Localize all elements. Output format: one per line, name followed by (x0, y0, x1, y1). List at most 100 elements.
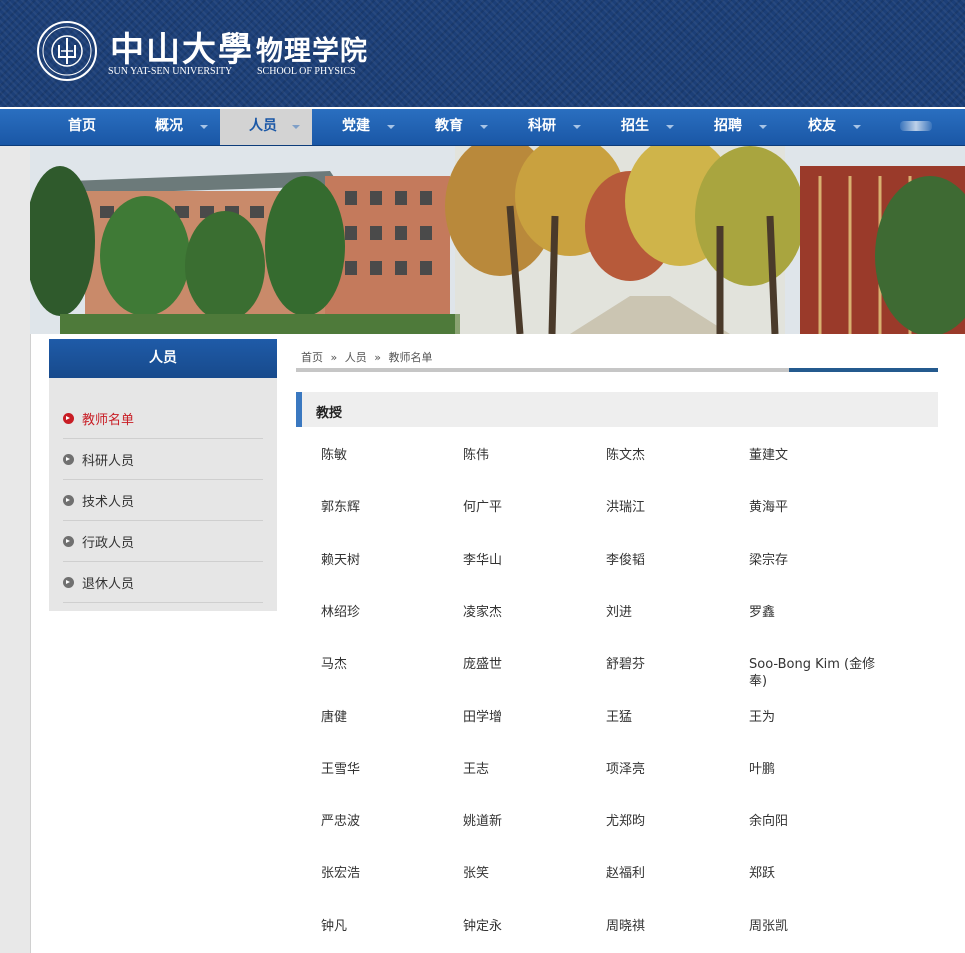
faculty-name-link[interactable]: 凌家杰 (463, 604, 593, 621)
faculty-name-link[interactable]: 林绍珍 (321, 604, 451, 621)
campus-banner-illustration (30, 146, 965, 334)
faculty-name-link[interactable]: 项泽亮 (606, 761, 736, 778)
sidebar-item-label: 行政人员 (82, 536, 135, 551)
breadcrumb-current: 教师名单 (388, 351, 433, 364)
arrow-bullet-icon (63, 577, 74, 588)
university-seal-logo[interactable] (37, 21, 97, 81)
site-header: 中山大學 物理学院 SUN YAT-SEN UNIVERSITY SCHOOL … (0, 0, 965, 109)
faculty-name-link[interactable]: 梁宗存 (749, 552, 879, 569)
faculty-name-link[interactable]: 余向阳 (749, 813, 879, 830)
faculty-name-link[interactable]: 郑跃 (749, 865, 879, 882)
breadcrumb-separator: » (330, 351, 338, 364)
faculty-name-link[interactable]: 何广平 (463, 499, 593, 516)
faculty-name-link[interactable]: 李俊韬 (606, 552, 736, 569)
faculty-name-link[interactable]: 王雪华 (321, 761, 451, 778)
faculty-name-link[interactable]: 叶鹏 (749, 761, 879, 778)
faculty-name-link[interactable]: 周张凯 (749, 918, 879, 935)
section-title: 教授 (316, 406, 343, 421)
breadcrumb-people-link[interactable]: 人员 (345, 351, 367, 364)
faculty-name-link[interactable]: 刘进 (606, 604, 736, 621)
sidebar-menu: 教师名单 科研人员 技术人员 行政人员 退休人员 (49, 378, 277, 611)
faculty-name-link[interactable]: 李华山 (463, 552, 593, 569)
sidebar-item-retired-staff[interactable]: 退休人员 (63, 562, 263, 603)
university-name-en: SUN YAT-SEN UNIVERSITY (108, 66, 233, 77)
chevron-down-icon (480, 125, 488, 129)
nav-label: 招生 (621, 118, 649, 134)
faculty-name-link[interactable]: 田学增 (463, 709, 593, 726)
faculty-name-link[interactable]: Soo-Bong Kim (金修奉) (749, 656, 879, 690)
faculty-name-link[interactable]: 王志 (463, 761, 593, 778)
arrow-bullet-icon (63, 413, 74, 424)
arrow-bullet-icon (63, 454, 74, 465)
faculty-name-link[interactable]: 姚道新 (463, 813, 593, 830)
faculty-name-link[interactable]: 王为 (749, 709, 879, 726)
nav-item-people[interactable]: 人员 (220, 109, 312, 145)
chevron-down-icon (292, 125, 300, 129)
arrow-bullet-icon (63, 536, 74, 547)
nav-item-recruitment[interactable]: 招聘 (689, 109, 774, 145)
arrow-bullet-icon (63, 495, 74, 506)
sidebar-item-admin-staff[interactable]: 行政人员 (63, 521, 263, 562)
faculty-name-link[interactable]: 钟凡 (321, 918, 451, 935)
faculty-name-link[interactable]: 罗鑫 (749, 604, 879, 621)
faculty-name-link[interactable]: 赖天树 (321, 552, 451, 569)
faculty-name-link[interactable]: 唐健 (321, 709, 451, 726)
faculty-name-link[interactable]: 王猛 (606, 709, 736, 726)
faculty-name-link[interactable]: 钟定永 (463, 918, 593, 935)
faculty-name-link[interactable]: 黄海平 (749, 499, 879, 516)
nav-item-research[interactable]: 科研 (503, 109, 588, 145)
breadcrumb-divider-accent (789, 368, 938, 372)
faculty-name-link[interactable]: 尤郑昀 (606, 813, 736, 830)
sidebar-item-technical-staff[interactable]: 技术人员 (63, 480, 263, 521)
nav-item-admissions[interactable]: 招生 (596, 109, 681, 145)
nav-item-alumni[interactable]: 校友 (782, 109, 867, 145)
sidebar-item-label: 技术人员 (82, 495, 135, 510)
chevron-down-icon (387, 125, 395, 129)
chevron-down-icon (200, 125, 208, 129)
breadcrumb-home-link[interactable]: 首页 (301, 351, 323, 364)
sidebar-item-label: 教师名单 (82, 413, 135, 428)
breadcrumb-separator: » (374, 351, 381, 364)
faculty-name-link[interactable]: 严忠波 (321, 813, 451, 830)
faculty-name-link[interactable]: 洪瑞江 (606, 499, 736, 516)
chevron-down-icon (759, 125, 767, 129)
nav-item-overview[interactable]: 概况 (133, 109, 218, 145)
nav-label: 招聘 (714, 118, 742, 134)
faculty-name-link[interactable]: 陈伟 (463, 447, 593, 464)
section-accent-bar (296, 392, 302, 427)
nav-label: 首页 (68, 118, 96, 134)
sidebar-item-researchers[interactable]: 科研人员 (63, 439, 263, 480)
faculty-name-link[interactable]: 周晓祺 (606, 918, 736, 935)
chevron-down-icon (573, 125, 581, 129)
faculty-name-link[interactable]: 庞盛世 (463, 656, 593, 673)
nav-item-education[interactable]: 教育 (410, 109, 495, 145)
nav-item-party[interactable]: 党建 (318, 109, 403, 145)
nav-label: 党建 (342, 118, 370, 134)
sidebar-title: 人员 (49, 339, 277, 378)
nav-item-home[interactable]: 首页 (45, 109, 125, 145)
school-name-cn: 物理学院 (256, 36, 368, 67)
chevron-down-icon (666, 125, 674, 129)
sidebar-item-faculty-list[interactable]: 教师名单 (63, 398, 263, 439)
faculty-name-link[interactable]: 张笑 (463, 865, 593, 882)
nav-item-obscured[interactable] (900, 121, 932, 131)
nav-label: 人员 (249, 118, 277, 134)
faculty-name-link[interactable]: 陈敏 (321, 447, 451, 464)
nav-label: 教育 (435, 118, 463, 134)
campus-banner-image (30, 146, 965, 334)
main-nav: 首页 概况 人员 党建 教育 科研 招生 招聘 校友 (0, 109, 965, 146)
page-side-strip (0, 146, 31, 953)
sidebar-item-label: 退休人员 (82, 577, 135, 592)
chevron-down-icon (853, 125, 861, 129)
faculty-name-link[interactable]: 赵福利 (606, 865, 736, 882)
nav-label: 校友 (808, 118, 836, 134)
faculty-name-link[interactable]: 董建文 (749, 447, 879, 464)
faculty-name-link[interactable]: 陈文杰 (606, 447, 736, 464)
university-name-cn: 中山大學 (110, 30, 254, 70)
faculty-name-link[interactable]: 郭东辉 (321, 499, 451, 516)
section-header: 教授 (296, 392, 938, 427)
nav-label: 概况 (155, 118, 183, 134)
faculty-name-link[interactable]: 张宏浩 (321, 865, 451, 882)
faculty-name-link[interactable]: 马杰 (321, 656, 451, 673)
faculty-name-link[interactable]: 舒碧芬 (606, 656, 736, 673)
